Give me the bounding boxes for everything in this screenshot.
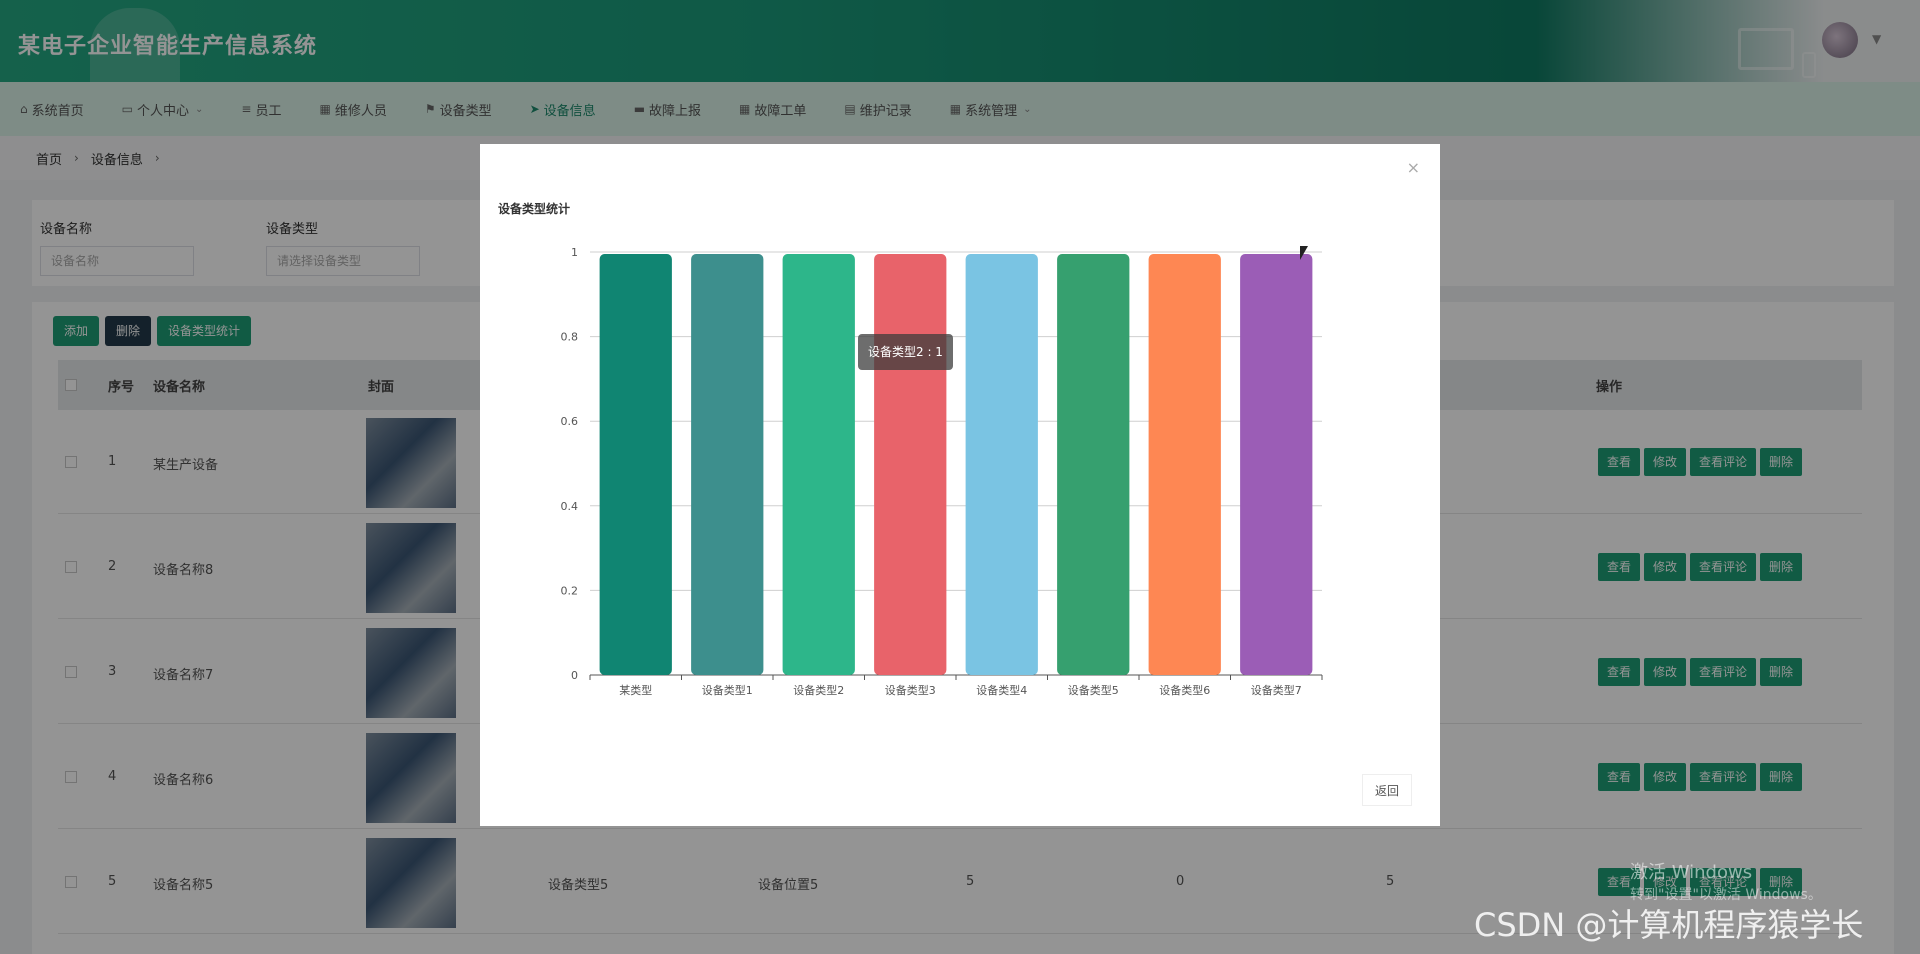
bar[interactable]	[1240, 254, 1313, 675]
y-tick-label: 0	[571, 669, 578, 682]
x-tick-label: 设备类型4	[976, 683, 1027, 697]
back-button[interactable]: 返回	[1362, 774, 1413, 806]
bar[interactable]	[1057, 254, 1130, 675]
y-tick-label: 0.8	[561, 331, 579, 344]
x-tick-label: 设备类型3	[885, 683, 936, 697]
y-tick-label: 0.4	[561, 500, 579, 513]
x-tick-label: 设备类型2	[793, 683, 844, 697]
x-tick-label: 某类型	[619, 683, 652, 697]
bar[interactable]	[599, 254, 672, 675]
x-tick-label: 设备类型7	[1251, 683, 1302, 697]
bar[interactable]	[874, 254, 947, 675]
bar[interactable]	[782, 254, 855, 675]
x-tick-label: 设备类型1	[702, 683, 753, 697]
x-tick-label: 设备类型5	[1068, 683, 1119, 697]
bar[interactable]	[965, 254, 1038, 675]
x-tick-label: 设备类型6	[1159, 683, 1210, 697]
mouse-cursor-icon	[1300, 246, 1308, 260]
y-tick-label: 0.6	[561, 415, 579, 428]
bar-chart: 0 0.2 0.4 0.6 0.8 1 某类型 设备类型1 设备类型2 设备类型3 设备类型4 设备类…	[561, 246, 1323, 697]
windows-activation-text: 激活 Windows	[1630, 862, 1753, 883]
y-tick-label: 1	[571, 246, 578, 259]
csdn-watermark: CSDN @计算机程序猿学长	[1474, 906, 1864, 944]
chart-tooltip: 设备类型2 : 1	[858, 334, 953, 370]
bar[interactable]	[1148, 254, 1221, 675]
bar[interactable]	[691, 254, 764, 675]
y-tick-label: 0.2	[561, 584, 579, 597]
stats-modal: × 设备类型统计 0 0.2 0.4 0.6 0.8 1 某类型 设备类型1 设备类型2 设备类型…	[480, 144, 1440, 826]
